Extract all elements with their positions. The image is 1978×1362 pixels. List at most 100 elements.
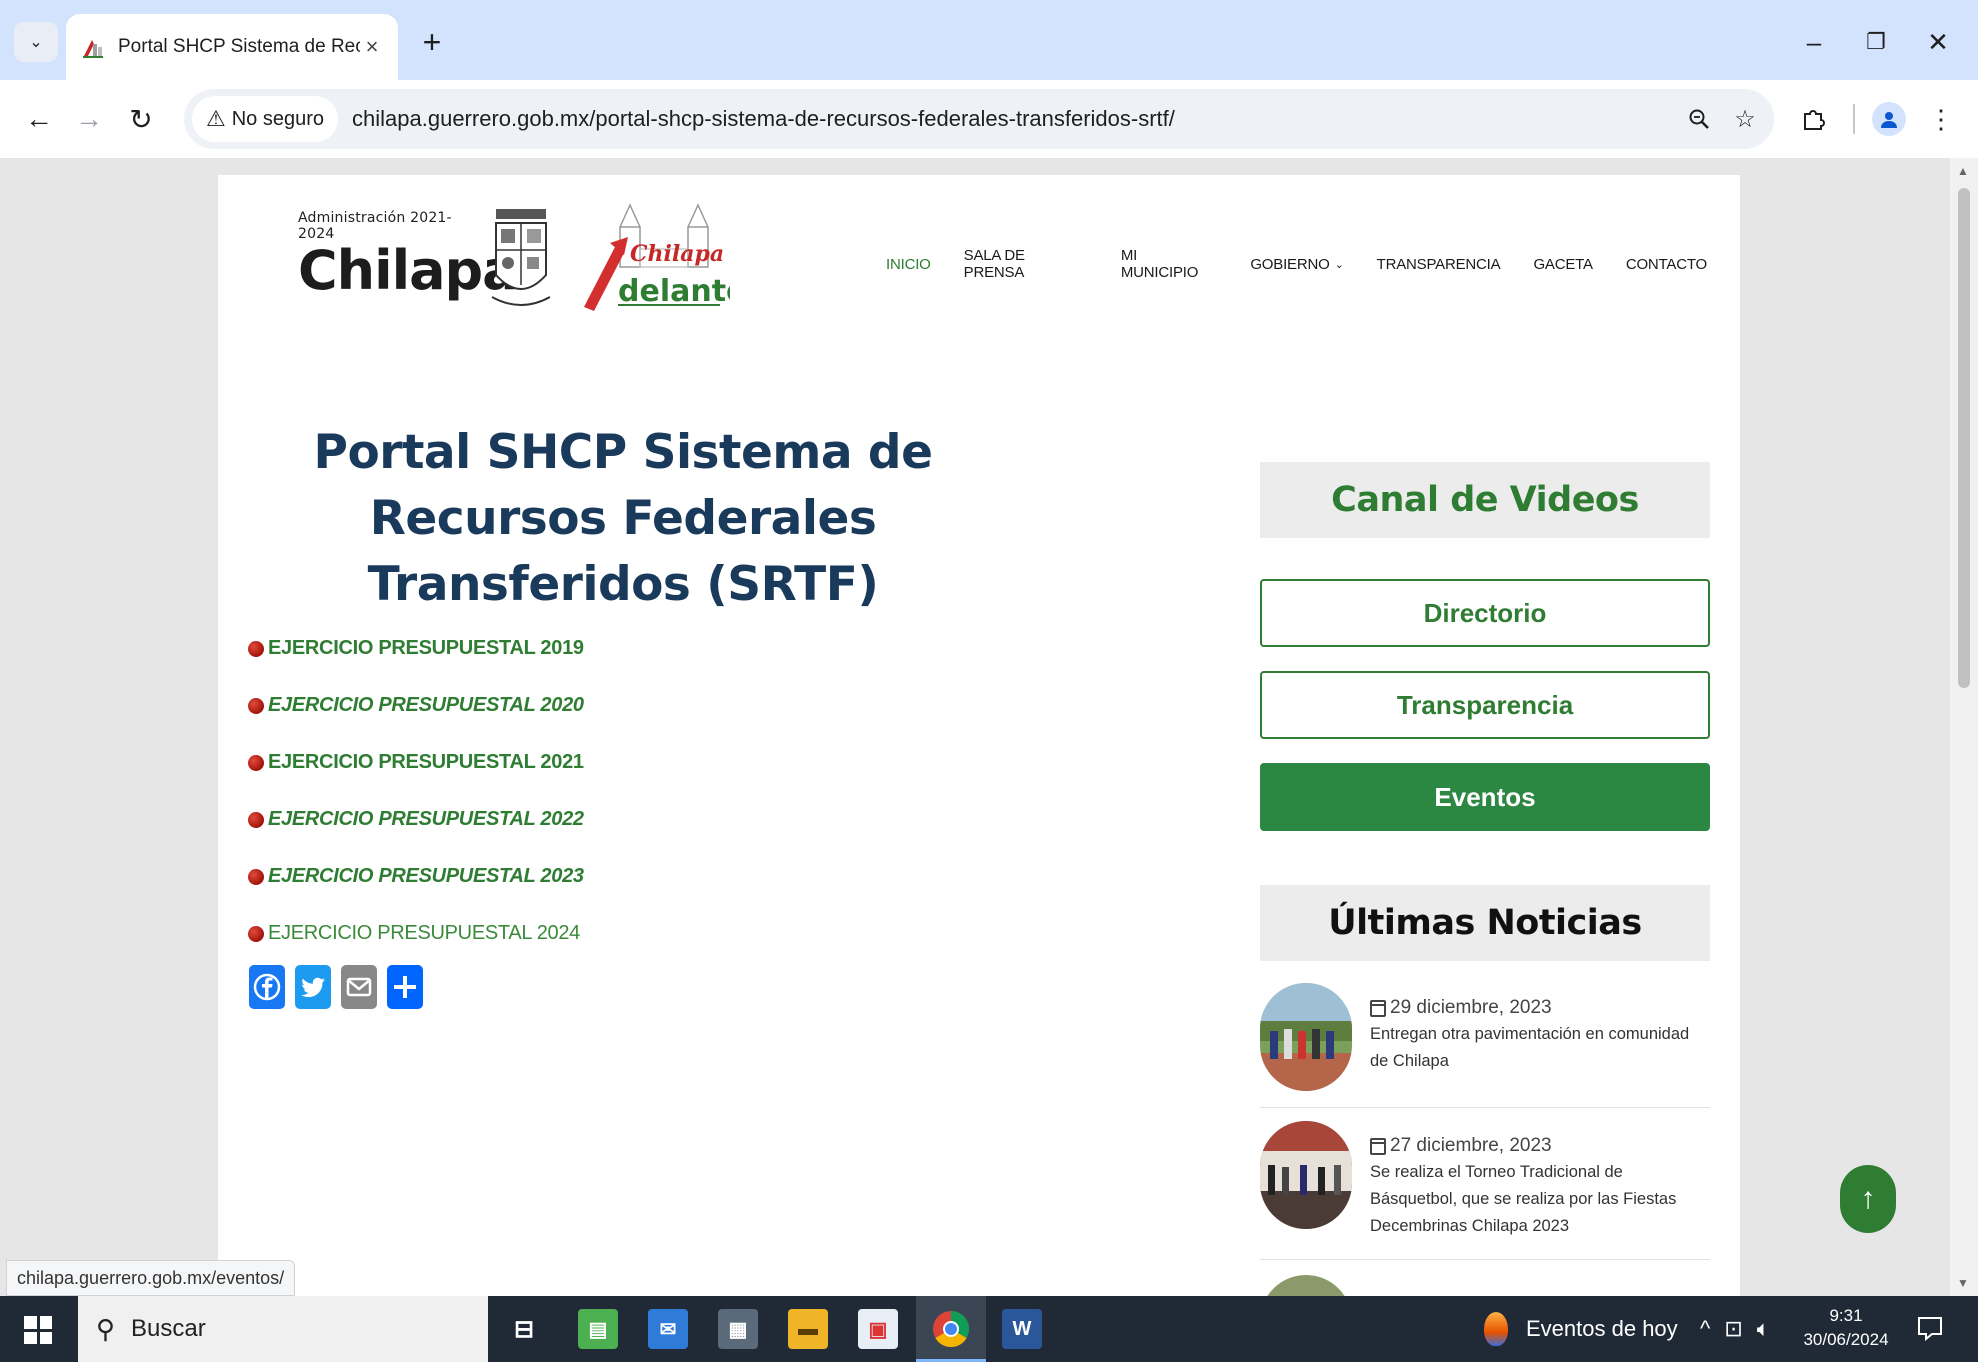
tab-close-icon[interactable]: × [360, 34, 384, 60]
close-window-button[interactable]: ✕ [1908, 18, 1968, 66]
red-bullet-icon [248, 811, 264, 828]
web-page: Administración 2021-2024 Chilapa Chilapa… [218, 175, 1740, 1296]
forward-arrow-icon[interactable]: → [66, 96, 112, 142]
tab-title: Portal SHCP Sistema de Recurso [118, 36, 360, 57]
ejercicio-link[interactable]: EJERCICIO PRESUPUESTAL 2023 [268, 865, 584, 888]
volume-icon[interactable]: 🔈︎ [1757, 1316, 1770, 1342]
clock-time: 9:31 [1829, 1306, 1863, 1325]
app-icon[interactable]: ▤ [578, 1309, 618, 1349]
browser-tab-active[interactable]: Portal SHCP Sistema de Recurso × [66, 14, 398, 80]
twitter-icon[interactable] [295, 965, 331, 1009]
ejercicio-link[interactable]: EJERCICIO PRESUPUESTAL 2020 [268, 694, 584, 717]
chevron-up-icon[interactable]: ^ [1700, 1316, 1710, 1342]
news-title[interactable]: Se realiza el Torneo Tradicional de Básq… [1370, 1159, 1710, 1240]
new-tab-button[interactable]: + [412, 22, 452, 62]
ejercicio-link[interactable]: EJERCICIO PRESUPUESTAL 2024 [268, 922, 580, 945]
admin-label: Administración 2021-2024 [298, 210, 452, 242]
network-icon[interactable]: ⊡ [1724, 1316, 1742, 1342]
news-thumbnail[interactable] [1260, 1275, 1352, 1296]
taskbar-search[interactable]: ⚲ Buscar [78, 1296, 488, 1362]
extensions-puzzle-icon[interactable] [1790, 96, 1836, 142]
nav-label: GOBIERNO [1250, 255, 1330, 273]
nav-transparencia[interactable]: TRANSPARENCIA [1377, 247, 1501, 281]
file-explorer-icon[interactable]: ▬ [788, 1309, 828, 1349]
red-bullet-icon [248, 925, 264, 942]
word-icon[interactable]: W [1002, 1309, 1042, 1349]
back-to-top-button[interactable]: ↑ [1840, 1165, 1896, 1233]
canal-videos-heading[interactable]: Canal de Videos [1260, 462, 1710, 538]
news-date-text: 27 diciembre, 2023 [1390, 1135, 1552, 1156]
share-buttons [249, 965, 423, 1009]
news-date: 27 diciembre, 2023 [1370, 1135, 1710, 1157]
security-chip[interactable]: ⚠ No seguro [192, 96, 339, 142]
scroll-down-icon[interactable]: ▼ [1957, 1276, 1969, 1290]
events-today-widget[interactable]: Eventos de hoy [1484, 1296, 1678, 1362]
red-bullet-icon [248, 697, 264, 714]
search-icon: ⚲ [96, 1313, 116, 1344]
ejercicio-item: EJERCICIO PRESUPUESTAL 2021 [248, 734, 584, 791]
avatar [1872, 102, 1906, 136]
ejercicio-link[interactable]: EJERCICIO PRESUPUESTAL 2019 [268, 637, 584, 660]
municipal-crest-icon [491, 209, 551, 306]
vertical-scrollbar[interactable]: ▲ ▼ [1950, 158, 1978, 1296]
email-icon[interactable] [341, 965, 377, 1009]
system-clock[interactable]: 9:31 30/06/2024 [1800, 1304, 1892, 1352]
notifications-icon[interactable] [1914, 1312, 1946, 1344]
url-text[interactable]: chilapa.guerrero.gob.mx/portal-shcp-sist… [352, 106, 1676, 132]
outlook-icon[interactable]: ✉ [648, 1309, 688, 1349]
nav-gaceta[interactable]: GACETA [1533, 247, 1593, 281]
nav-label: SALA DE PRENSA [963, 247, 1025, 281]
zoom-icon[interactable] [1676, 96, 1722, 142]
windows-taskbar: ⚲ Buscar ⊟ ▤ ✉ ▦ ▬ ▣ W Eventos de hoy ^ … [0, 1296, 1978, 1362]
red-bullet-icon [248, 754, 264, 771]
chrome-taskbar-active[interactable] [916, 1296, 986, 1362]
chilapa-logo[interactable]: Administración 2021-2024 Chilapa [298, 210, 519, 298]
eventos-button[interactable]: Eventos [1260, 763, 1710, 831]
news-body: 27 diciembre, 2023 Se realiza el Torneo … [1370, 1135, 1710, 1240]
nav-mi-municipio[interactable]: MI MUNICIPIO [1121, 247, 1218, 281]
microsoft-store-icon[interactable]: ▣ [858, 1309, 898, 1349]
news-title[interactable]: Entregan otra pavimentación en comunidad… [1370, 1021, 1710, 1075]
scroll-up-icon[interactable]: ▲ [1957, 164, 1969, 178]
task-view-icon[interactable]: ⊟ [504, 1309, 544, 1349]
news-thumbnail[interactable] [1260, 1121, 1352, 1229]
nav-contacto[interactable]: CONTACTO [1626, 247, 1707, 281]
calculator-icon[interactable]: ▦ [718, 1309, 758, 1349]
nav-label: CONTACTO [1625, 255, 1707, 273]
system-tray: ^ ⊡ 🔈︎ [1700, 1296, 1770, 1362]
kebab-menu-icon[interactable]: ⋮ [1918, 96, 1964, 142]
minimize-button[interactable]: – [1784, 18, 1844, 66]
directorio-button[interactable]: Directorio [1260, 579, 1710, 647]
back-arrow-icon[interactable]: ← [16, 96, 62, 142]
transparencia-button[interactable]: Transparencia [1260, 671, 1710, 739]
clock-date: 30/06/2024 [1803, 1330, 1889, 1349]
news-divider [1260, 1259, 1710, 1260]
main-navigation: INICIO SALA DE PRENSA MI MUNICIPIO GOBIERNO… [886, 247, 1740, 281]
ejercicio-link[interactable]: EJERCICIO PRESUPUESTAL 2021 [268, 751, 584, 774]
address-bar[interactable]: ⚠ No seguro chilapa.guerrero.gob.mx/port… [184, 89, 1774, 149]
nav-sala-de-prensa[interactable]: SALA DE PRENSA [964, 247, 1088, 281]
nav-label: MI MUNICIPIO [1120, 247, 1199, 281]
restore-button[interactable]: ❐ [1846, 18, 1906, 66]
red-bullet-icon [248, 868, 264, 885]
tab-search-chevron-icon[interactable]: ⌄ [14, 22, 58, 62]
profile-button[interactable] [1866, 96, 1912, 142]
ejercicio-item: EJERCICIO PRESUPUESTAL 2019 [248, 620, 584, 677]
share-icon[interactable] [387, 965, 423, 1009]
weather-widget-icon [1484, 1312, 1508, 1346]
bookmark-star-icon[interactable]: ☆ [1722, 96, 1768, 142]
status-bar-url: chilapa.guerrero.gob.mx/eventos/ [6, 1260, 296, 1296]
nav-gobierno[interactable]: GOBIERNO ⌄ [1250, 247, 1343, 281]
news-thumbnail[interactable] [1260, 983, 1352, 1091]
windows-start-icon[interactable] [18, 1310, 58, 1350]
facebook-icon[interactable] [249, 965, 285, 1009]
ejercicio-item: EJERCICIO PRESUPUESTAL 2023 [248, 848, 584, 905]
events-label: Eventos de hoy [1526, 1316, 1678, 1341]
reload-icon[interactable]: ↻ [118, 96, 164, 142]
ejercicio-link[interactable]: EJERCICIO PRESUPUESTAL 2022 [268, 808, 584, 831]
news-body: 29 diciembre, 2023 Entregan otra pavimen… [1370, 997, 1710, 1075]
ejercicios-list: EJERCICIO PRESUPUESTAL 2019 EJERCICIO PRE… [248, 620, 584, 962]
scroll-thumb[interactable] [1958, 188, 1970, 688]
ejercicio-item: EJERCICIO PRESUPUESTAL 2024 [248, 905, 584, 962]
nav-inicio[interactable]: INICIO [886, 247, 931, 281]
